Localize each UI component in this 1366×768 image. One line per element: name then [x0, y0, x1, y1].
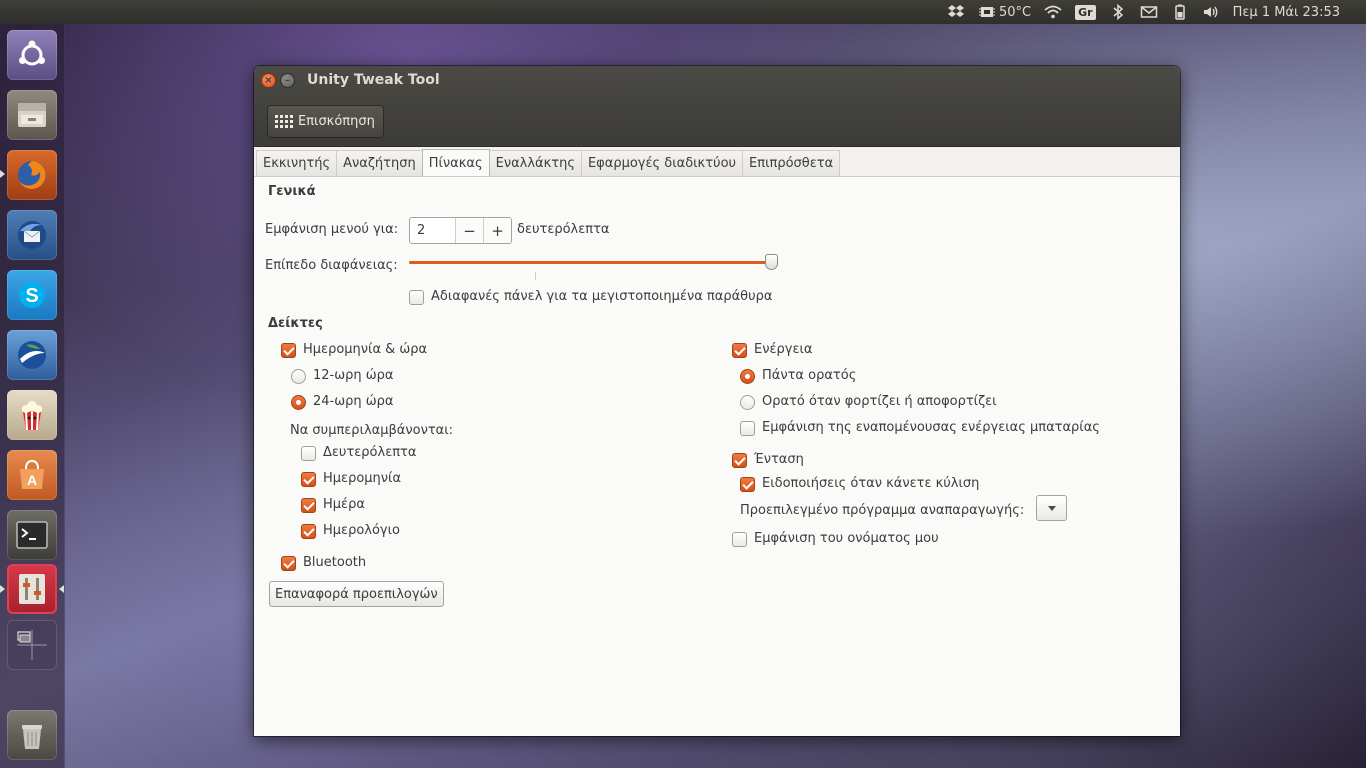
always-visible-radio[interactable] [740, 369, 755, 384]
wifi-icon[interactable] [1044, 0, 1062, 24]
terminal-icon[interactable] [7, 510, 57, 560]
format-24h-radio[interactable] [291, 395, 306, 410]
always-visible-label: Πάντα ορατός [762, 368, 857, 383]
visible-charging-label: Ορατό όταν φορτίζει ή αποφορτίζει [762, 394, 997, 409]
decrement-button[interactable]: − [455, 218, 483, 243]
menu-time-stepper[interactable]: 2 − + [409, 217, 512, 244]
menu-time-label: Εμφάνιση μενού για: [265, 222, 399, 237]
minimize-button[interactable]: – [280, 73, 295, 88]
opaque-panels-label: Αδιαφανές πάνελ για τα μεγιστοποιημένα π… [431, 289, 773, 304]
default-player-dropdown[interactable] [1036, 495, 1067, 521]
show-remaining-checkbox[interactable] [740, 421, 755, 436]
tab-panel[interactable]: Πίνακας [421, 149, 490, 177]
notify-scroll-label: Ειδοποιήσεις όταν κάνετε κύλιση [762, 476, 980, 491]
software-center-icon[interactable]: A [7, 450, 57, 500]
weekday-checkbox[interactable] [301, 498, 316, 513]
grid-icon [275, 115, 293, 128]
slider-tick [535, 272, 536, 280]
indicators-section-title: Δείκτες [268, 316, 323, 331]
window-title: Unity Tweak Tool [307, 72, 440, 88]
reset-defaults-button[interactable]: Επαναφορά προεπιλογών [269, 581, 444, 607]
clock-indicator[interactable]: Πεμ 1 Μάι 23:53 [1233, 0, 1340, 24]
calendar-label: Ημερολόγιο [323, 523, 400, 538]
bluetooth-icon[interactable] [1109, 0, 1127, 24]
power-label: Ενέργεια [754, 342, 813, 357]
svg-text:S: S [25, 285, 38, 307]
volume-checkbox[interactable] [732, 453, 747, 468]
increment-button[interactable]: + [483, 218, 511, 243]
thunderbird-icon[interactable] [7, 210, 57, 260]
show-name-checkbox[interactable] [732, 532, 747, 547]
chevron-down-icon [1047, 505, 1056, 511]
format-24h-label: 24-ωρη ώρα [313, 394, 394, 409]
transparency-slider[interactable] [409, 261, 775, 264]
skype-icon[interactable]: S [7, 270, 57, 320]
close-button[interactable]: × [261, 73, 276, 88]
notify-scroll-checkbox[interactable] [740, 477, 755, 492]
trash-icon[interactable] [7, 710, 57, 760]
menu-time-unit: δευτερόλεπτα [517, 222, 610, 237]
firefox-icon[interactable] [7, 150, 57, 200]
ubuntu-dash-icon[interactable] [7, 30, 57, 80]
default-player-label: Προεπιλεγμένο πρόγραμμα αναπαραγωγής: [740, 503, 1025, 518]
top-panel: 50°C Gr Πεμ 1 Μάι 23:53 [0, 0, 1366, 24]
unity-tweak-tool-icon[interactable] [7, 564, 57, 614]
tab-bar: Εκκινητής Αναζήτηση Πίνακας Εναλλάκτης Ε… [256, 149, 841, 177]
format-12h-radio[interactable] [291, 369, 306, 384]
volume-icon[interactable] [1202, 0, 1220, 24]
visible-charging-radio[interactable] [740, 395, 755, 410]
battery-icon[interactable] [1171, 0, 1189, 24]
transparency-label: Επίπεδο διαφάνειας: [265, 258, 398, 273]
date-checkbox[interactable] [301, 472, 316, 487]
date-label: Ημερομηνία [323, 471, 402, 486]
tab-switcher[interactable]: Εναλλάκτης [488, 150, 582, 176]
files-icon[interactable] [7, 90, 57, 140]
bluetooth-checkbox[interactable] [281, 556, 296, 571]
calendar-checkbox[interactable] [301, 524, 316, 539]
window-content: Εκκινητής Αναζήτηση Πίνακας Εναλλάκτης Ε… [254, 147, 1180, 736]
power-checkbox[interactable] [732, 343, 747, 358]
svg-text:A: A [27, 472, 37, 488]
chip-icon [979, 7, 996, 17]
cpu-temperature-indicator[interactable]: 50°C [978, 0, 1031, 24]
keyboard-layout-indicator[interactable]: Gr [1075, 0, 1096, 24]
transparency-slider-fill [409, 261, 772, 264]
popcorn-time-icon[interactable] [7, 390, 57, 440]
overview-label: Επισκόπηση [298, 114, 375, 129]
overview-button[interactable]: Επισκόπηση [267, 105, 384, 138]
workspace-switcher-icon[interactable] [7, 620, 57, 670]
mail-icon[interactable] [1140, 0, 1158, 24]
panel-tab-page: Γενικά Εμφάνιση μενού για: 2 − + δευτερό… [254, 176, 1180, 736]
tab-launcher[interactable]: Εκκινητής [256, 150, 338, 176]
menu-time-value[interactable]: 2 [410, 218, 455, 243]
bluetooth-label: Bluetooth [303, 555, 367, 570]
datetime-checkbox[interactable] [281, 343, 296, 358]
dropbox-icon[interactable] [947, 0, 965, 24]
format-12h-label: 12-ωρη ώρα [313, 368, 394, 383]
launcher: S A [0, 24, 65, 768]
show-remaining-label: Εμφάνιση της εναπομένουσας ενέργειας μπα… [762, 420, 1100, 435]
google-earth-icon[interactable] [7, 330, 57, 380]
show-name-label: Εμφάνιση του ονόματος μου [754, 531, 939, 546]
general-section-title: Γενικά [268, 184, 316, 199]
tab-additional[interactable]: Επιπρόσθετα [742, 150, 841, 176]
seconds-label: Δευτερόλεπτα [323, 445, 417, 460]
tab-web-apps[interactable]: Εφαρμογές διαδικτύου [580, 150, 744, 176]
datetime-label: Ημερομηνία & ώρα [303, 342, 428, 357]
opaque-panels-checkbox[interactable] [409, 290, 424, 305]
transparency-slider-handle[interactable] [765, 254, 779, 270]
weekday-label: Ημέρα [323, 497, 365, 512]
tab-search[interactable]: Αναζήτηση [336, 150, 423, 176]
unity-tweak-tool-window: × – Unity Tweak Tool Επισκόπηση Εκκινητή… [254, 66, 1180, 736]
volume-label: Ένταση [754, 452, 804, 467]
titlebar: × – Unity Tweak Tool Επισκόπηση [254, 66, 1180, 147]
include-label: Να συμπεριλαμβάνονται: [290, 423, 454, 438]
keyboard-layout-text: Gr [1075, 4, 1096, 20]
temperature-text: 50°C [999, 4, 1032, 20]
seconds-checkbox[interactable] [301, 446, 316, 461]
